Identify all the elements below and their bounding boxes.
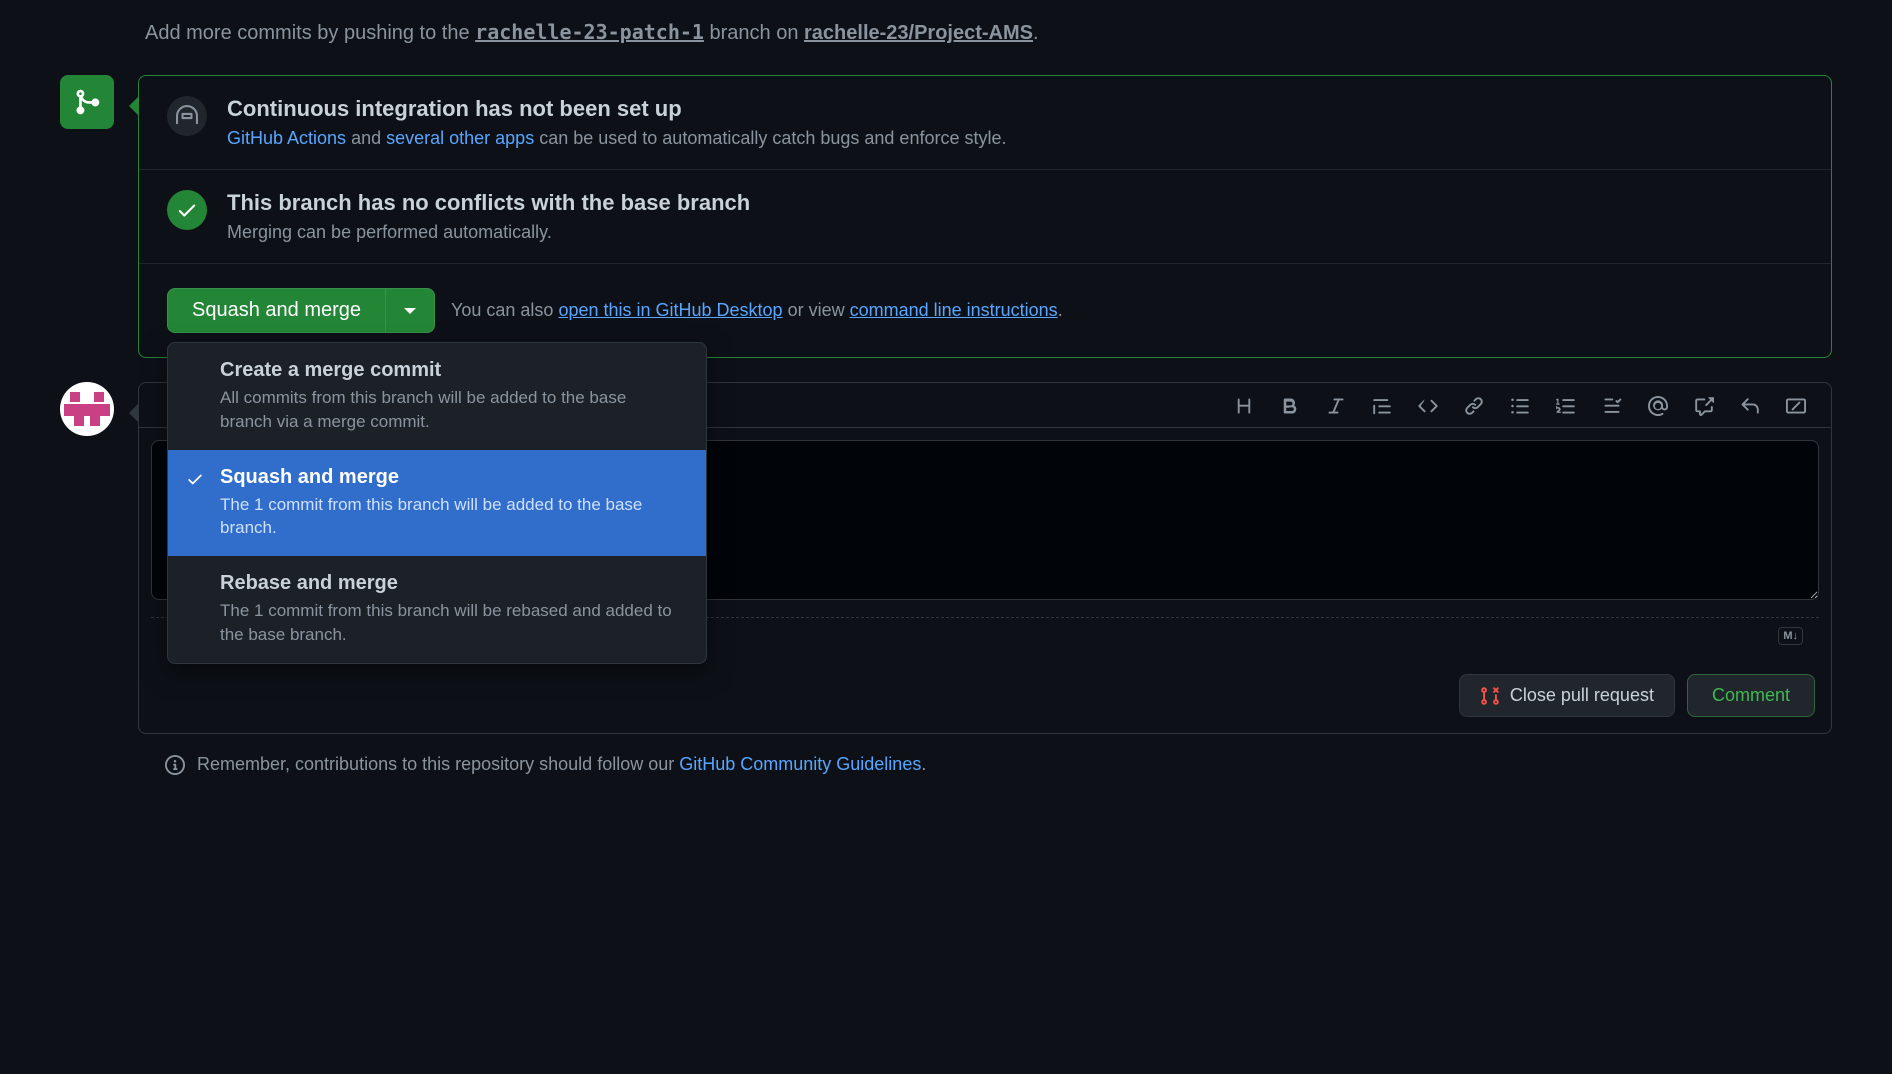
list-ordered-icon[interactable]: [1555, 395, 1577, 417]
close-pr-button[interactable]: Close pull request: [1459, 674, 1675, 717]
merge-action-row: Squash and merge You can also open this …: [139, 263, 1831, 357]
comment-actions: Close pull request Comment: [139, 662, 1831, 733]
git-merge-icon: [73, 88, 101, 116]
conflicts-section: This branch has no conflicts with the ba…: [139, 169, 1831, 263]
conflicts-subtitle: Merging can be performed automatically.: [227, 222, 1803, 243]
caret-down-icon: [404, 308, 416, 314]
mention-icon[interactable]: [1647, 395, 1669, 417]
merge-button-group: Squash and merge: [167, 288, 435, 333]
merge-dropdown-toggle[interactable]: [386, 288, 435, 333]
diff-ignored-icon[interactable]: [1785, 395, 1807, 417]
add-commits-prefix: Add more commits by pushing to the: [145, 22, 475, 44]
bold-icon[interactable]: [1279, 395, 1301, 417]
other-apps-link[interactable]: several other apps: [386, 128, 534, 148]
ci-icon-circle: [167, 96, 207, 136]
branch-link[interactable]: rachelle-23-patch-1: [475, 20, 704, 44]
code-icon[interactable]: [1417, 395, 1439, 417]
info-icon: [165, 755, 185, 775]
heading-icon[interactable]: [1233, 395, 1255, 417]
italic-icon[interactable]: [1325, 395, 1347, 417]
user-avatar[interactable]: [60, 382, 114, 436]
comment-button[interactable]: Comment: [1687, 674, 1815, 717]
add-commits-suffix: .: [1033, 22, 1039, 44]
dropdown-item-title: Rebase and merge: [220, 572, 682, 595]
hubot-icon: [176, 105, 198, 127]
dropdown-item-desc: All commits from this branch will be add…: [220, 386, 682, 434]
guidelines-hint: Remember, contributions to this reposito…: [165, 754, 1832, 775]
open-desktop-link[interactable]: open this in GitHub Desktop: [558, 300, 782, 320]
conflicts-title: This branch has no conflicts with the ba…: [227, 190, 1803, 216]
markdown-badge[interactable]: M↓: [1778, 627, 1803, 645]
check-icon: [176, 199, 198, 221]
dropdown-item-rebase-merge[interactable]: Rebase and merge The 1 commit from this …: [168, 556, 706, 663]
merge-status-badge: [60, 75, 114, 129]
reply-icon[interactable]: [1739, 395, 1761, 417]
cross-reference-icon[interactable]: [1693, 395, 1715, 417]
dropdown-item-desc: The 1 commit from this branch will be re…: [220, 599, 682, 647]
dropdown-item-desc: The 1 commit from this branch will be ad…: [220, 493, 682, 541]
close-pr-label: Close pull request: [1510, 685, 1654, 706]
link-icon[interactable]: [1463, 395, 1485, 417]
merge-hint: You can also open this in GitHub Desktop…: [451, 300, 1063, 321]
list-unordered-icon[interactable]: [1509, 395, 1531, 417]
conflicts-icon-circle: [167, 190, 207, 230]
add-commits-mid: branch on: [704, 22, 804, 44]
ci-subtitle: GitHub Actions and several other apps ca…: [227, 128, 1803, 149]
squash-merge-button[interactable]: Squash and merge: [167, 288, 386, 333]
dropdown-item-title: Create a merge commit: [220, 359, 682, 382]
add-commits-hint: Add more commits by pushing to the rache…: [145, 20, 1832, 45]
merge-method-dropdown: Create a merge commit All commits from t…: [167, 342, 707, 664]
comment-toolbar: [1233, 395, 1815, 427]
cli-instructions-link[interactable]: command line instructions: [850, 300, 1058, 320]
community-guidelines-link[interactable]: GitHub Community Guidelines: [679, 754, 921, 774]
ci-title: Continuous integration has not been set …: [227, 96, 1803, 122]
quote-icon[interactable]: [1371, 395, 1393, 417]
github-actions-link[interactable]: GitHub Actions: [227, 128, 346, 148]
repo-link[interactable]: rachelle-23/Project-AMS: [804, 22, 1033, 44]
git-pr-closed-icon: [1480, 686, 1500, 706]
check-icon: [186, 470, 204, 493]
dropdown-item-squash-merge[interactable]: Squash and merge The 1 commit from this …: [168, 450, 706, 557]
merge-status-box: Continuous integration has not been set …: [138, 75, 1832, 358]
dropdown-item-title: Squash and merge: [220, 466, 682, 489]
ci-section: Continuous integration has not been set …: [139, 76, 1831, 169]
dropdown-item-merge-commit[interactable]: Create a merge commit All commits from t…: [168, 343, 706, 450]
tasklist-icon[interactable]: [1601, 395, 1623, 417]
